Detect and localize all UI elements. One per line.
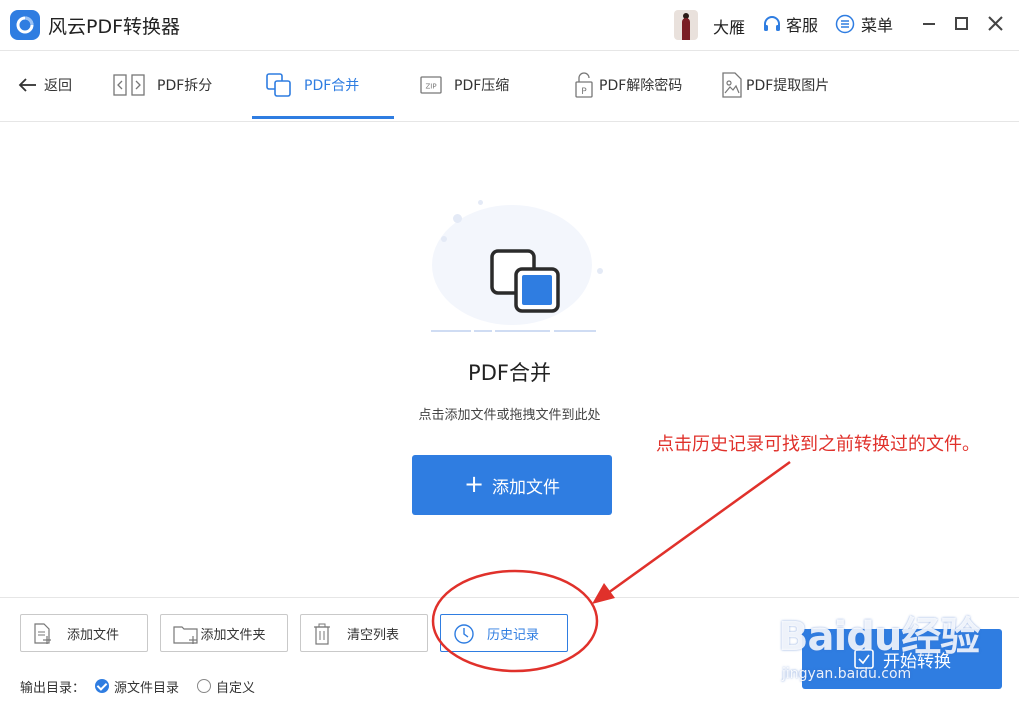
toolbar-clear-list-button[interactable]: 清空列表 <box>300 614 428 652</box>
toolbar-label: 历史记录 <box>486 627 539 643</box>
tab-label: PDF拆分 <box>157 78 213 94</box>
minimize-button[interactable] <box>920 14 940 34</box>
radio-unchecked-icon[interactable] <box>197 679 212 693</box>
avatar[interactable] <box>674 10 698 40</box>
user-name[interactable]: 大雁 <box>713 14 745 38</box>
tab-pdf-compress[interactable]: ZIP PDF压缩 <box>420 51 509 119</box>
headset-icon <box>764 16 780 31</box>
zip-icon: ZIP <box>420 76 442 94</box>
minimize-icon <box>923 23 935 25</box>
output-directory-row: 输出目录： 源文件目录 自定义 <box>20 676 255 696</box>
output-option-custom[interactable]: 自定义 <box>197 677 255 696</box>
tab-label: PDF压缩 <box>454 78 510 94</box>
customer-service-button[interactable]: 客服 <box>762 12 818 36</box>
app-title: 风云PDF转换器 <box>48 16 181 38</box>
annotation-text: 点击历史记录可找到之前转换过的文件。 <box>656 434 980 455</box>
tab-label: PDF解除密码 <box>599 78 683 94</box>
merge-icon <box>266 73 291 97</box>
split-icon <box>113 74 145 96</box>
tab-pdf-extract-images[interactable]: PDF提取图片 <box>722 51 829 119</box>
menu-icon <box>835 14 855 34</box>
menu-button[interactable]: 菜单 <box>835 12 893 36</box>
tab-pdf-merge[interactable]: PDF合并 <box>266 51 359 119</box>
option-label: 自定义 <box>216 680 256 696</box>
tab-pdf-unlock[interactable]: P PDF解除密码 <box>575 51 682 119</box>
back-button[interactable]: 返回 <box>18 75 72 95</box>
tool-tab-bar: 返回 PDF拆分 PDF合并 ZIP PDF压缩 P PDF解除密码 PDF提取… <box>0 51 1019 122</box>
decor-line <box>495 330 550 332</box>
maximize-button[interactable] <box>952 14 972 34</box>
toolbar-history-button[interactable]: 历史记录 <box>440 614 568 652</box>
service-label: 客服 <box>786 16 819 35</box>
toolbar-label: 添加文件 <box>66 627 119 643</box>
svg-text:ZIP: ZIP <box>425 83 436 91</box>
toolbar-add-folder-button[interactable]: 添加文件夹 <box>160 614 288 652</box>
add-file-button[interactable]: + 添加文件 <box>412 455 612 515</box>
decor-dot <box>453 214 462 223</box>
close-button[interactable] <box>986 14 1006 34</box>
active-tab-indicator <box>252 116 394 119</box>
maximize-icon <box>955 17 968 30</box>
decor-line <box>554 330 596 332</box>
toolbar-label: 添加文件夹 <box>200 627 266 643</box>
arrow-left-icon <box>18 78 36 92</box>
image-icon <box>722 72 742 98</box>
tab-pdf-split[interactable]: PDF拆分 <box>113 51 212 119</box>
tab-label: PDF提取图片 <box>746 78 830 94</box>
close-icon <box>988 16 1003 31</box>
decor-dot <box>441 236 447 242</box>
back-label: 返回 <box>44 78 72 94</box>
svg-text:P: P <box>581 87 587 97</box>
tab-label: PDF合并 <box>304 78 360 94</box>
output-option-source[interactable]: 源文件目录 <box>95 677 179 696</box>
app-logo-icon <box>10 10 40 40</box>
unlock-icon: P <box>575 72 593 98</box>
decor-dot <box>478 200 483 205</box>
menu-label: 菜单 <box>861 16 894 35</box>
merge-icon <box>490 249 560 313</box>
decor-line <box>474 330 492 332</box>
drop-zone-title: PDF合并 <box>468 361 551 385</box>
watermark-url: jingyan.baidu.com <box>782 666 912 682</box>
radio-checked-icon[interactable] <box>95 679 110 693</box>
drop-zone-hint: 点击添加文件或拖拽文件到此处 <box>418 408 601 423</box>
title-bar: 风云PDF转换器 大雁 客服 菜单 <box>0 0 1019 51</box>
decor-dot <box>597 268 603 274</box>
decor-line <box>431 330 471 332</box>
option-label: 源文件目录 <box>114 680 180 696</box>
toolbar-label: 清空列表 <box>346 627 399 643</box>
watermark-logo: Baidu经验 <box>778 614 980 660</box>
toolbar-add-file-button[interactable]: 添加文件 <box>20 614 148 652</box>
plus-icon: + <box>463 470 485 498</box>
add-file-label: 添加文件 <box>492 477 561 498</box>
annotation-arrow-line <box>607 460 791 595</box>
output-label: 输出目录： <box>20 680 86 696</box>
